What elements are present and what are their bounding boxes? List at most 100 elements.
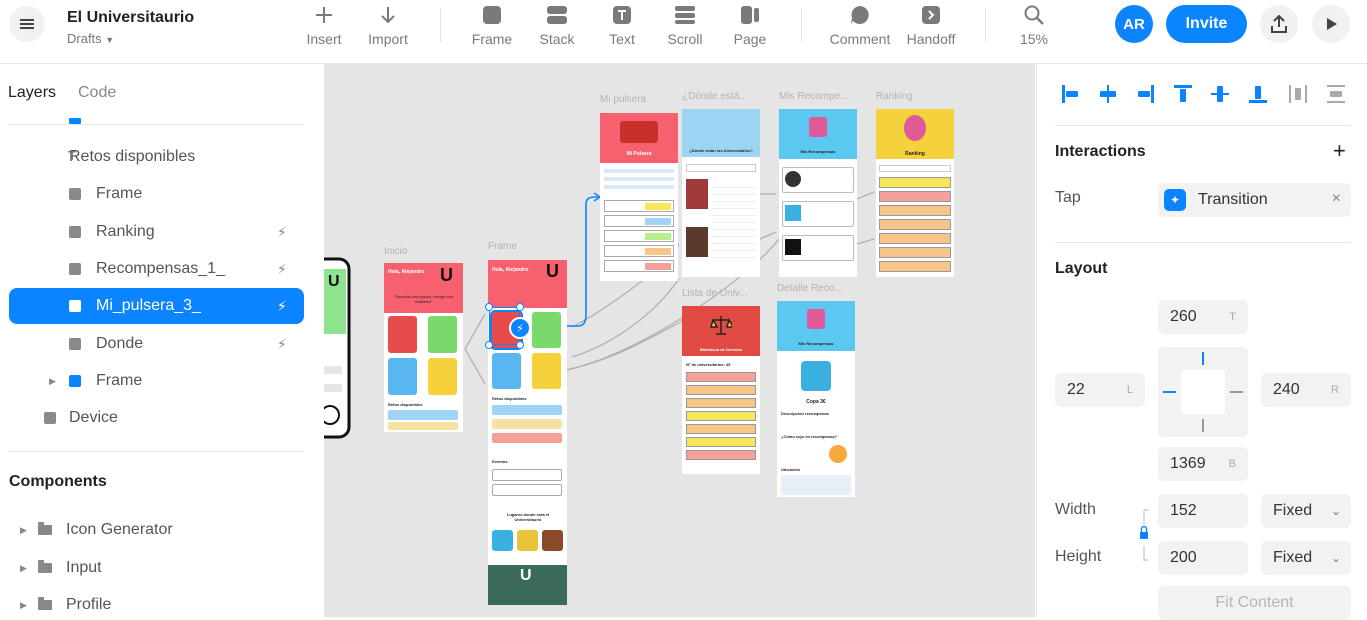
artboard-label-ranking[interactable]: Ranking: [876, 91, 913, 102]
component-icon-generator[interactable]: ▶ Icon Generator: [20, 516, 173, 544]
ranking-row[interactable]: [879, 233, 951, 244]
pulsera-row[interactable]: [604, 215, 674, 227]
comment-tool[interactable]: Comment: [826, 2, 894, 48]
artboard-mi-pulsera[interactable]: Mi Pulsera: [600, 113, 678, 281]
artboard-label-lista[interactable]: Lista de Univ...: [682, 288, 747, 299]
artboard-label-mi-pulsera[interactable]: Mi pulsera: [600, 94, 646, 105]
artboard-label-donde[interactable]: ¿Dónde está...: [682, 91, 748, 102]
stack-tool[interactable]: Stack: [536, 2, 578, 48]
expand-caret-icon[interactable]: ▶: [20, 563, 38, 574]
ranking-row[interactable]: [879, 261, 951, 272]
universitario-row[interactable]: [686, 385, 756, 395]
add-interaction-icon[interactable]: +: [1333, 138, 1346, 164]
layer-mi-pulsera-selected[interactable]: Mi_pulsera_3_ ⚡︎: [9, 288, 304, 324]
ranking-tabs[interactable]: [879, 165, 951, 172]
artboard-detalle[interactable]: Mis Recompensas Copa 3€ Descripción reco…: [777, 301, 855, 497]
artboard-recompensas[interactable]: Mis Recompensas: [779, 109, 857, 277]
width-input[interactable]: 152: [1158, 494, 1248, 528]
artboard-donde[interactable]: ¿Dónde están los Universitarios?: [682, 109, 760, 277]
card-recompensas[interactable]: [388, 358, 417, 395]
reto-item[interactable]: [492, 419, 562, 429]
resize-handle[interactable]: [485, 303, 493, 311]
ranking-row[interactable]: [879, 205, 951, 216]
design-canvas[interactable]: U Inicio Frame Mi pulsera ¿Dónde está...…: [324, 64, 1035, 617]
insert-tool[interactable]: Insert: [304, 2, 344, 48]
align-bottom-icon[interactable]: [1246, 82, 1270, 106]
transition-action[interactable]: ✦ Transition ×: [1158, 183, 1351, 217]
artboard-label-recompensas[interactable]: Mis Recompe...: [779, 91, 848, 102]
align-left-icon[interactable]: [1059, 82, 1083, 106]
card-recompensas[interactable]: [492, 353, 521, 389]
component-profile[interactable]: ▶ Profile: [20, 591, 111, 617]
constraint-left-pin[interactable]: [1163, 391, 1176, 393]
component-input[interactable]: ▶ Input: [20, 554, 102, 582]
layer-retos-disponibles[interactable]: Retos disponibles: [9, 139, 304, 175]
ranking-row[interactable]: [879, 219, 951, 230]
constraint-bottom-pin[interactable]: [1202, 419, 1204, 432]
universitario-row[interactable]: [686, 424, 756, 434]
universitario-row[interactable]: [686, 398, 756, 408]
height-mode-select[interactable]: Fixed ⌄: [1261, 541, 1351, 575]
pulsera-row[interactable]: [604, 245, 674, 257]
lugar-thumb[interactable]: [517, 530, 538, 551]
text-tool[interactable]: Text: [605, 2, 639, 48]
expand-caret-icon[interactable]: ▶: [20, 600, 38, 611]
align-right-icon[interactable]: [1133, 82, 1157, 106]
resize-handle[interactable]: [485, 341, 493, 349]
project-location-dropdown[interactable]: Drafts ▼: [67, 31, 114, 46]
reto-item[interactable]: [492, 433, 562, 443]
position-top-input[interactable]: 260 T: [1158, 300, 1248, 334]
artboard-ranking[interactable]: Ranking: [876, 109, 954, 277]
universitario-row[interactable]: [686, 372, 756, 382]
expand-caret-icon[interactable]: ▶: [49, 376, 56, 387]
expand-caret-icon[interactable]: ▶: [20, 525, 38, 536]
interaction-lightning-icon[interactable]: ⚡︎: [509, 317, 531, 339]
ranking-row[interactable]: [879, 177, 951, 188]
tab-layers[interactable]: Layers: [8, 84, 56, 102]
card-donde[interactable]: [428, 316, 457, 353]
distribute-vertical-icon[interactable]: [1324, 82, 1348, 106]
reto-item[interactable]: [492, 405, 562, 415]
place-thumb[interactable]: [686, 227, 708, 257]
position-right-input[interactable]: 240 R: [1261, 373, 1351, 407]
universitario-row[interactable]: [686, 437, 756, 447]
layer-ranking[interactable]: Ranking ⚡︎: [9, 214, 304, 250]
position-bottom-input[interactable]: 1369 B: [1158, 447, 1248, 481]
donde-tabs[interactable]: [686, 164, 756, 172]
preview-play-button[interactable]: [1312, 5, 1350, 43]
height-input[interactable]: 200: [1158, 541, 1248, 575]
fit-content-button[interactable]: Fit Content: [1158, 586, 1351, 620]
reto-item[interactable]: [388, 410, 458, 420]
artboard-label-inicio[interactable]: Inicio: [384, 246, 407, 257]
reto-item[interactable]: [388, 422, 458, 430]
constraint-top-pin[interactable]: [1202, 352, 1204, 365]
lugar-thumb[interactable]: [542, 530, 563, 551]
user-avatar[interactable]: AR: [1115, 5, 1153, 43]
universitario-row[interactable]: [686, 450, 756, 460]
evento-item[interactable]: [492, 469, 562, 481]
reward-card[interactable]: [782, 235, 854, 261]
artboard-label-detalle[interactable]: Detalle Reco...: [777, 283, 843, 294]
layer-recompensas[interactable]: Recompensas_1_ ⚡︎: [9, 251, 304, 287]
invite-button[interactable]: Invite: [1166, 5, 1247, 43]
align-center-horizontal-icon[interactable]: [1096, 82, 1120, 106]
import-tool[interactable]: Import: [365, 2, 411, 48]
zoom-tool[interactable]: 15%: [1016, 2, 1052, 48]
width-mode-select[interactable]: Fixed ⌄: [1261, 494, 1351, 528]
distribute-horizontal-icon[interactable]: [1286, 82, 1310, 106]
lugar-thumb[interactable]: [492, 530, 513, 551]
frame-tool[interactable]: Frame: [469, 2, 515, 48]
tab-code[interactable]: Code: [78, 84, 116, 102]
resize-handle[interactable]: [516, 341, 524, 349]
hamburger-menu-button[interactable]: [9, 6, 45, 42]
constraints-widget[interactable]: [1158, 347, 1248, 437]
evento-item[interactable]: [492, 484, 562, 496]
map-thumbnail[interactable]: [781, 475, 851, 495]
align-top-icon[interactable]: [1171, 82, 1195, 106]
reward-card[interactable]: [782, 167, 854, 193]
layer-frame-group[interactable]: ▶ Frame: [9, 363, 304, 399]
reward-card[interactable]: [782, 201, 854, 227]
layer-donde[interactable]: Donde ⚡︎: [9, 326, 304, 362]
pulsera-row[interactable]: [604, 230, 674, 242]
constraint-right-pin[interactable]: [1230, 391, 1243, 393]
